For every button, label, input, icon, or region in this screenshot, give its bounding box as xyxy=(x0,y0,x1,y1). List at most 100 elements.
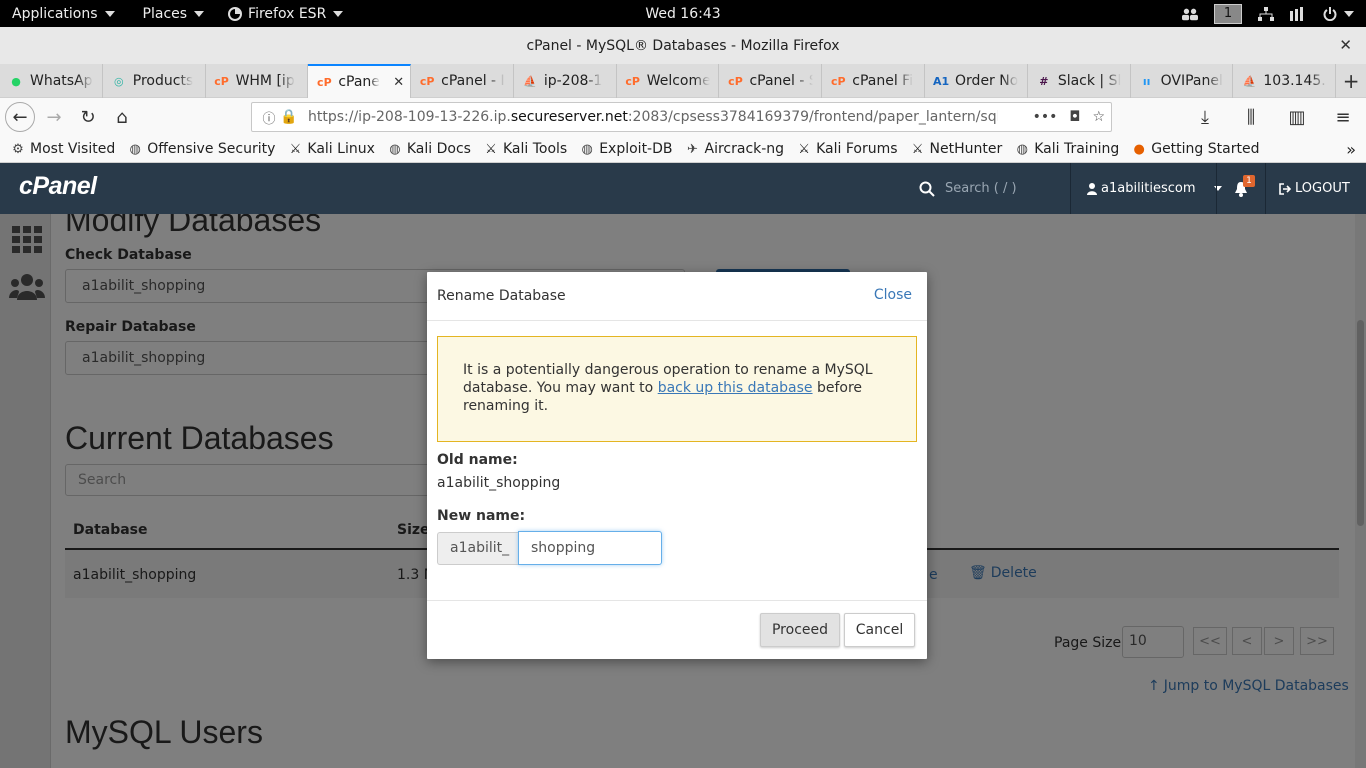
workspace-indicator[interactable]: 1 xyxy=(1214,3,1242,24)
bookmark-item[interactable]: ◍ Exploit-DB xyxy=(579,141,673,157)
hamburger-menu-icon[interactable]: ≡ xyxy=(1328,102,1358,132)
new-name-input[interactable] xyxy=(518,531,662,565)
a1-icon: A1 xyxy=(932,74,950,88)
applications-menu[interactable]: Applications xyxy=(0,0,127,27)
browser-tab[interactable]: ● WhatsAp xyxy=(0,64,103,98)
gnome-top-bar: Applications Places Firefox ESR Wed 16:4… xyxy=(0,0,1366,27)
places-menu[interactable]: Places xyxy=(127,0,217,27)
tab-label: WHM [ip xyxy=(235,73,295,89)
logout-button[interactable]: LOGOUT xyxy=(1278,163,1350,214)
bookmarks-toolbar: ⚙ Most Visited ◍ Offensive Security ⚔ Kali Li… xyxy=(0,136,1366,163)
network-icon[interactable] xyxy=(1258,6,1274,21)
chevron-right-icon[interactable]: » xyxy=(1346,140,1356,159)
warning-alert: It is a potentially dangerous operation … xyxy=(437,336,917,442)
kali-icon: ⚔ xyxy=(485,141,497,157)
bookmark-label: Kali Training xyxy=(1034,141,1120,157)
bookmark-label: Getting Started xyxy=(1151,141,1260,157)
tab-label: WhatsAp xyxy=(30,73,93,89)
browser-tab[interactable]: ⛵ 103.145.5 xyxy=(1233,64,1337,98)
places-label: Places xyxy=(142,5,188,22)
proceed-button[interactable]: Proceed xyxy=(760,613,840,647)
bookmark-label: Aircrack-ng xyxy=(704,141,785,157)
gear-icon: ⚙ xyxy=(12,141,24,157)
power-icon[interactable] xyxy=(1322,6,1338,21)
applications-label: Applications xyxy=(12,5,98,22)
bookmark-item[interactable]: ⚔ Kali Forums xyxy=(796,141,897,157)
new-tab-icon[interactable]: + xyxy=(1336,64,1366,97)
bookmark-item[interactable]: ⚔ NetHunter xyxy=(910,141,1003,157)
bookmark-item[interactable]: ◍ Offensive Security xyxy=(127,141,276,157)
system-menu-chevron-icon[interactable] xyxy=(1344,10,1354,17)
bookmark-item[interactable]: ⚙ Most Visited xyxy=(10,141,115,157)
bookmark-item[interactable]: ◍ Kali Docs xyxy=(387,141,471,157)
pocket-icon[interactable]: ◘ xyxy=(1069,109,1080,125)
old-name-value: a1abilit_shopping xyxy=(437,475,561,491)
browser-tab[interactable]: cP cPanel - I xyxy=(411,64,514,98)
ovipanel-icon: ıı xyxy=(1142,74,1151,88)
home-icon[interactable]: ⌂ xyxy=(107,102,137,132)
rename-database-dialog: Rename Database Close It is a potentiall… xyxy=(427,272,927,659)
cancel-button[interactable]: Cancel xyxy=(844,613,915,647)
browser-tab[interactable]: cP Welcome xyxy=(617,64,720,98)
browser-tab[interactable]: ıı OVIPanel xyxy=(1131,64,1234,98)
dialog-close-link[interactable]: Close xyxy=(874,287,912,303)
page-actions-icon[interactable]: ••• xyxy=(1033,109,1058,125)
bookmark-item[interactable]: ⚔ Kali Tools xyxy=(483,141,567,157)
bookmark-label: Kali Forums xyxy=(816,141,898,157)
tab-label: cPanel - S xyxy=(749,73,814,89)
globe-icon: ◍ xyxy=(389,141,401,157)
forward-arrow-icon[interactable]: → xyxy=(39,102,69,132)
browser-tab[interactable]: # Slack | Sl xyxy=(1028,64,1131,98)
tab-label: Order No xyxy=(955,73,1019,89)
info-icon[interactable]: ⓘ xyxy=(258,108,280,127)
bookmark-item[interactable]: ● Getting Started xyxy=(1131,141,1260,157)
phpmyadmin-icon: ⛵ xyxy=(1242,74,1257,88)
bookmark-item[interactable]: ◍ Kali Training xyxy=(1014,141,1120,157)
window-titlebar: cPanel - MySQL® Databases - Mozilla Fire… xyxy=(0,27,1366,64)
browser-tab[interactable]: A1 Order No xyxy=(925,64,1028,98)
library-icon[interactable]: ⫼ xyxy=(1236,102,1266,132)
kali-icon: ⚔ xyxy=(289,141,302,157)
sidebar-icon[interactable]: ▥ xyxy=(1282,102,1312,132)
window-close-icon[interactable]: ✕ xyxy=(1339,36,1352,54)
browser-tab[interactable]: ⛵ ip-208-1 xyxy=(514,64,617,98)
system-tray: 1 xyxy=(1182,0,1354,27)
notifications-button[interactable]: 1 xyxy=(1216,163,1266,214)
globe-icon: ◍ xyxy=(129,141,141,157)
user-menu[interactable]: a1abilitiescom xyxy=(1087,163,1222,214)
backup-database-link[interactable]: back up this database xyxy=(658,380,813,396)
url-bar[interactable]: ⓘ 🔒 https://ip-208-109-13-226.ip.secures… xyxy=(251,102,1112,132)
firefox-app-menu[interactable]: Firefox ESR xyxy=(216,0,355,27)
browser-tab[interactable]: ◎ Products xyxy=(103,64,206,98)
dialog-footer-divider xyxy=(427,600,927,601)
browser-tab[interactable]: cP cPane ✕ xyxy=(308,64,412,98)
user-icon xyxy=(1087,182,1097,195)
firefox-icon: ● xyxy=(1133,141,1145,157)
globe-icon: ◍ xyxy=(581,141,593,157)
search-placeholder: Search ( / ) xyxy=(945,181,1017,196)
cpanel-search[interactable]: Search ( / ) xyxy=(903,163,1071,214)
bookmark-label: Kali Linux xyxy=(307,141,375,157)
browser-tab[interactable]: cP cPanel Fi xyxy=(822,64,926,98)
browser-tab[interactable]: cP cPanel - S xyxy=(719,64,823,98)
bookmark-star-icon[interactable]: ☆ xyxy=(1092,109,1105,125)
browser-tab[interactable]: cP WHM [ip xyxy=(206,64,309,98)
slack-icon: # xyxy=(1039,74,1049,88)
bookmark-item[interactable]: ⚔ Kali Linux xyxy=(287,141,375,157)
cpanel-logo[interactable]: cPanel xyxy=(19,172,97,201)
people-icon[interactable] xyxy=(1182,7,1198,21)
tab-close-icon[interactable]: ✕ xyxy=(393,75,404,90)
bookmark-item[interactable]: ✈ Aircrack-ng xyxy=(685,141,785,157)
old-name-label: Old name: xyxy=(437,452,518,468)
window-title: cPanel - MySQL® Databases - Mozilla Fire… xyxy=(526,37,840,54)
download-icon[interactable]: ⤓ xyxy=(1190,102,1220,132)
lock-icon[interactable]: 🔒 xyxy=(280,109,298,125)
volume-icon[interactable] xyxy=(1290,6,1306,21)
tab-label: cPanel Fi xyxy=(852,73,914,89)
back-arrow-icon[interactable]: ← xyxy=(5,102,35,132)
cpanel-icon: cP xyxy=(317,75,332,89)
logout-icon xyxy=(1279,182,1291,195)
reload-icon[interactable]: ↻ xyxy=(73,102,103,132)
bookmark-label: Kali Docs xyxy=(406,141,471,157)
url-text[interactable]: https://ip-208-109-13-226.ip.secureserve… xyxy=(308,109,998,125)
